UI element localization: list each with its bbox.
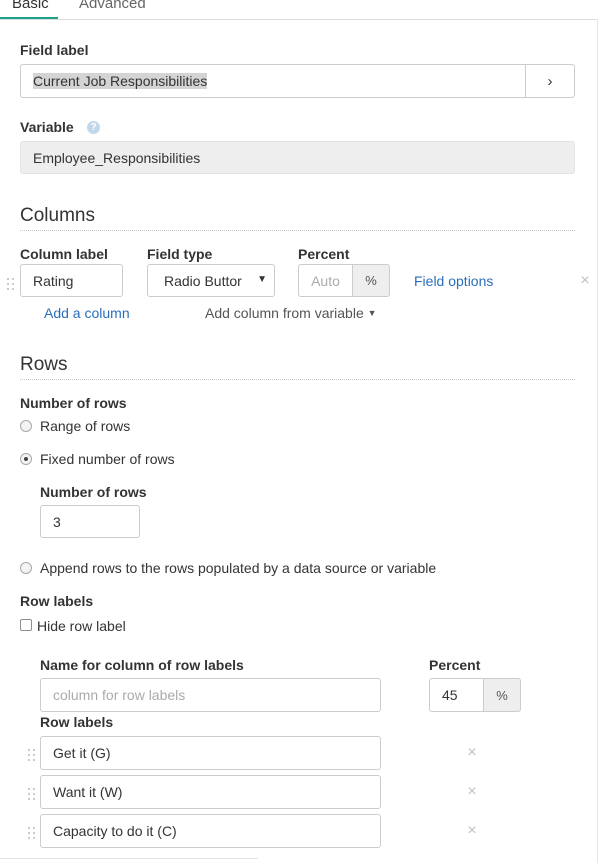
column-percent-addon: % [352,264,390,297]
percent-symbol: % [365,273,377,288]
row-label-input[interactable]: Capacity to do it (C) [40,814,381,848]
field-label-input[interactable]: Current Job Responsibilities [20,64,526,98]
number-of-rows-input[interactable]: 3 [40,505,140,538]
row-labels-list-heading: Row labels [40,714,114,730]
tab-basic[interactable]: Basic [12,0,49,14]
row-labels-percent-value: 45 [442,687,458,703]
remove-row-close-icon[interactable]: × [465,823,479,839]
chevron-right-icon: › [547,72,553,90]
drag-handle-icon[interactable] [28,749,36,763]
field-label-heading: Field label [20,42,89,58]
percent-header: Percent [298,246,350,262]
column-label-value: Rating [33,272,74,289]
field-type-select[interactable]: Radio Buttor ▼ [147,264,275,297]
column-label-input[interactable]: Rating [20,264,123,297]
drag-handle-icon[interactable] [28,827,36,841]
row-labels-percent-addon: % [483,678,521,712]
add-column-from-variable-label: Add column from variable [205,305,364,321]
add-column-from-variable-dropdown[interactable]: Add column from variable ▼ [205,304,377,322]
columns-heading: Columns [20,205,95,226]
column-percent-placeholder: Auto [311,272,340,289]
hide-row-label-text: Hide row label [37,618,126,634]
row-label-input[interactable]: Get it (G) [40,736,381,770]
range-of-rows-radio[interactable] [20,420,32,432]
append-rows-label: Append rows to the rows populated by a d… [40,560,437,576]
name-for-column-input[interactable]: column for row labels [40,678,381,712]
fixed-number-of-rows-label: Fixed number of rows [40,451,175,467]
variable-field: Employee_Responsibilities [20,141,575,174]
bottom-divider [0,858,258,859]
row-labels-heading: Row labels [20,593,94,609]
column-percent-input[interactable]: Auto [298,264,353,297]
info-icon[interactable]: ? [87,121,100,134]
field-type-value: Radio Buttor [164,272,242,289]
caret-down-icon: ▼ [367,308,377,318]
field-type-header: Field type [147,246,213,262]
field-options-link[interactable]: Field options [414,272,493,290]
drag-handle-icon[interactable] [28,788,36,802]
columns-divider [20,230,575,231]
name-for-column-placeholder: column for row labels [53,687,186,703]
add-column-link[interactable]: Add a column [44,304,130,322]
rows-heading: Rows [20,354,68,375]
append-rows-radio[interactable] [20,562,32,574]
drag-handle-icon[interactable] [7,278,15,292]
field-label-open-button[interactable]: › [525,64,575,98]
remove-row-close-icon[interactable]: × [465,745,479,761]
tab-advanced[interactable]: Advanced [79,0,146,14]
row-labels-percent-heading: Percent [429,657,481,673]
row-label-value: Capacity to do it (C) [53,823,177,839]
percent-symbol: % [496,687,508,703]
name-for-column-heading: Name for column of row labels [40,657,244,673]
column-label-header: Column label [20,246,108,262]
hide-row-label-checkbox[interactable] [20,619,32,631]
fixed-number-of-rows-radio[interactable] [20,453,32,465]
remove-column-close-icon[interactable]: × [578,273,592,289]
number-of-rows-value: 3 [53,513,61,530]
fixed-count-heading: Number of rows [40,484,147,500]
row-labels-percent-input[interactable]: 45 [429,678,484,712]
rows-divider [20,379,575,380]
variable-value: Employee_Responsibilities [33,149,201,166]
row-label-value: Want it (W) [53,784,123,800]
number-of-rows-heading: Number of rows [20,395,127,411]
variable-heading: Variable [20,119,74,135]
caret-down-icon: ▼ [257,274,267,285]
row-label-input[interactable]: Want it (W) [40,775,381,809]
range-of-rows-label: Range of rows [40,418,131,434]
field-label-value: Current Job Responsibilities [33,73,208,89]
tabs-divider [0,19,598,20]
remove-row-close-icon[interactable]: × [465,784,479,800]
row-label-value: Get it (G) [53,745,111,761]
